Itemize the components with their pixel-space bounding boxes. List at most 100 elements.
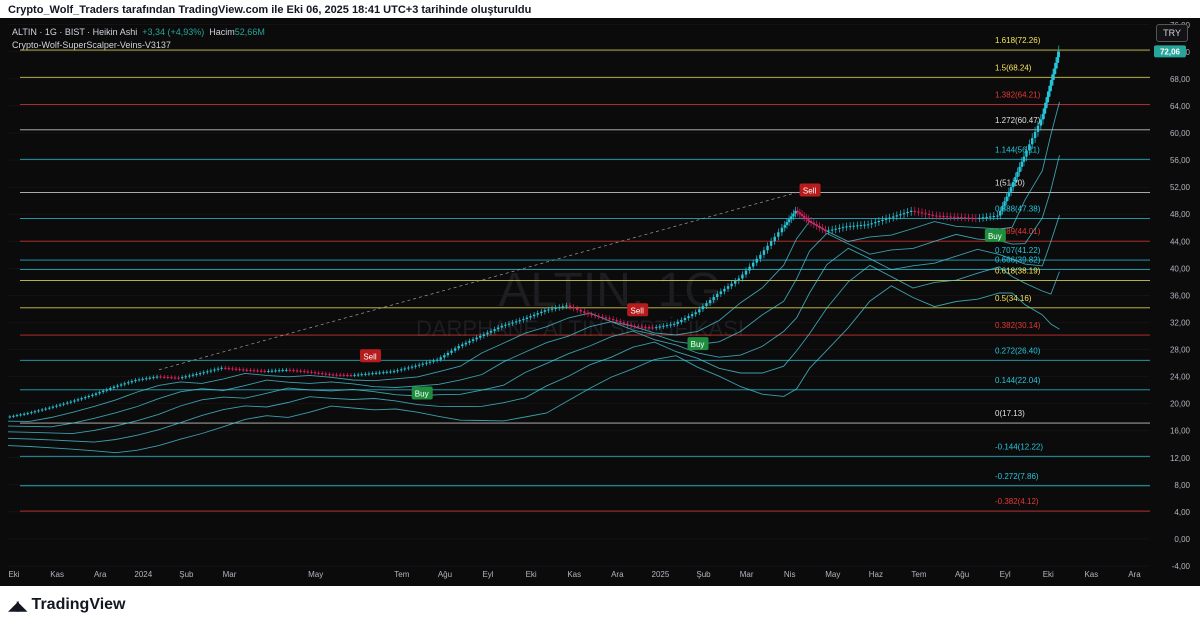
x-tick-label: Tem	[911, 570, 926, 579]
x-tick-label: Ara	[94, 570, 107, 579]
candle-body	[468, 341, 471, 343]
candle-body	[583, 311, 586, 313]
candle-body	[971, 217, 974, 219]
candle-body	[798, 212, 802, 215]
candle-body	[827, 230, 830, 232]
candle-body	[295, 370, 299, 372]
x-tick-label: Şub	[696, 570, 711, 579]
candle-body	[1016, 171, 1019, 177]
fib-level-label: 0.382(30.14)	[995, 321, 1041, 330]
candle-body	[953, 216, 956, 218]
candle-body	[76, 399, 80, 401]
x-tick-label: Ağu	[438, 570, 452, 579]
sell-signal-label: Sell	[363, 352, 377, 361]
candle-body	[493, 329, 496, 331]
candle-body	[453, 348, 457, 351]
candle-body	[744, 270, 748, 275]
y-tick-label: 28,00	[1170, 346, 1191, 355]
y-tick-label: 16,00	[1170, 427, 1191, 436]
brand-name: TradingView	[31, 596, 126, 613]
fib-level-label: 1.272(60.47)	[995, 116, 1041, 125]
candle-body	[396, 370, 399, 372]
y-tick-label: 48,00	[1170, 210, 1191, 219]
candle-body	[209, 370, 213, 372]
x-tick-label: Ağu	[955, 570, 969, 579]
candle-body	[450, 350, 453, 353]
candle-body	[669, 324, 672, 326]
y-tick-label: 20,00	[1170, 400, 1191, 409]
candle-body	[159, 376, 162, 378]
candle-body	[277, 370, 281, 372]
candle-body	[821, 227, 824, 230]
candle-body	[593, 315, 597, 317]
candle-body	[317, 372, 320, 374]
candle-body	[792, 213, 795, 217]
candle-body	[486, 332, 489, 335]
candle-body	[974, 218, 978, 220]
buy-signal-label: Buy	[415, 389, 429, 398]
indicator-name[interactable]: Crypto-Wolf-SuperScalper-Veins-V3137	[12, 39, 265, 52]
candle-body	[127, 382, 130, 384]
candle-body	[252, 370, 256, 372]
candle-body	[471, 339, 475, 342]
y-tick-label: -4,00	[1172, 562, 1191, 571]
candle-body	[633, 325, 636, 327]
candle-body	[109, 388, 112, 390]
candle-body	[87, 395, 91, 398]
candle-body	[787, 219, 791, 223]
volume-value: 52,66M	[234, 27, 265, 37]
candle-body	[479, 335, 482, 338]
candle-body	[19, 414, 22, 416]
candle-body	[780, 227, 784, 233]
price-chart[interactable]: ALTIN, 1GDARPHANE ALTIN SERTİFİKASI76,00…	[0, 18, 1200, 586]
candle-body	[658, 326, 662, 328]
fib-level-label: -0.144(12.22)	[995, 442, 1043, 451]
y-tick-label: 8,00	[1174, 481, 1190, 490]
candle-body	[877, 220, 881, 223]
symbol-label[interactable]: ALTIN · 1G · BIST · Heikin Ashi	[12, 27, 137, 37]
candle-body	[967, 217, 970, 219]
candle-body	[701, 306, 705, 310]
candle-body	[141, 378, 144, 380]
candle-body	[737, 278, 741, 282]
candle-body	[1028, 144, 1031, 151]
candle-body	[601, 316, 604, 318]
candle-body	[256, 370, 259, 372]
candle-body	[335, 374, 338, 376]
candle-body	[637, 326, 640, 328]
candle-body	[216, 368, 220, 370]
y-tick-label: 68,00	[1170, 75, 1191, 84]
currency-button[interactable]: TRY	[1156, 24, 1188, 42]
candle-body	[794, 210, 797, 214]
candle-body	[457, 346, 460, 349]
candle-body	[206, 371, 209, 373]
candle-body	[1022, 156, 1026, 162]
chart-caption: Crypto_Wolf_Traders tarafından TradingVi…	[8, 4, 532, 16]
candle-body	[331, 374, 335, 376]
candle-body	[608, 318, 611, 320]
candle-body	[543, 310, 547, 312]
price-change: +3,34 (+4,93%)	[142, 27, 205, 37]
x-tick-label: Eyl	[482, 570, 493, 579]
candle-body	[51, 406, 55, 408]
candle-body	[285, 369, 288, 371]
candle-body	[568, 305, 572, 307]
candle-body	[694, 312, 697, 315]
candle-body	[615, 320, 618, 322]
candle-body	[852, 225, 855, 227]
buy-signal-label: Buy	[988, 232, 1002, 241]
candle-body	[137, 379, 141, 381]
candle-body	[785, 222, 789, 225]
candle-body	[403, 368, 407, 370]
candle-body	[360, 374, 363, 376]
candle-body	[152, 377, 155, 379]
candle-body	[313, 372, 317, 374]
x-tick-label: Eyl	[1000, 570, 1011, 579]
candle-body	[812, 222, 816, 225]
candle-body	[303, 371, 306, 373]
candle-body	[572, 306, 575, 309]
candle-body	[626, 323, 629, 325]
candle-body	[734, 281, 737, 284]
chart-panel[interactable]: ALTIN, 1GDARPHANE ALTIN SERTİFİKASI76,00…	[0, 18, 1200, 586]
candle-body	[550, 308, 554, 310]
